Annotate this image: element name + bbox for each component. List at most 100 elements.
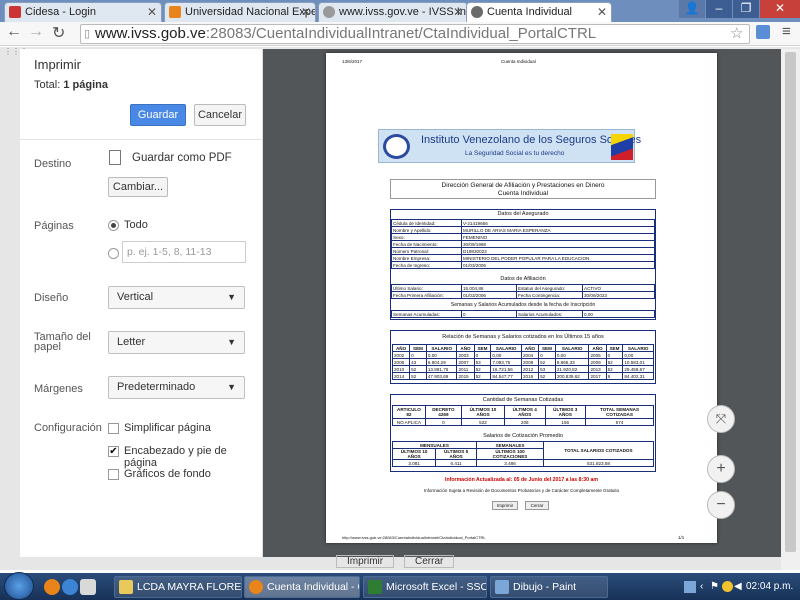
tab-cidesa[interactable]: Cidesa - Login ✕ [4,2,162,22]
tab-cuenta-individual[interactable]: Cuenta Individual ✕ [466,2,612,22]
col-weeks: SEM [409,344,427,352]
taskbar-item-chrome[interactable]: Cuenta Individual - Go... [244,576,360,598]
taskbar-item-excel[interactable]: Microsoft Excel - SSO [363,576,487,598]
paper-size-select[interactable]: Letter ▼ [108,331,245,354]
clock[interactable]: 02:04 p.m. [746,576,793,598]
col-last4: ÚLTIMOS 4 AÑOS [503,405,546,419]
quoted-value: 0 [424,418,463,426]
taskbar-item-label: Microsoft Excel - SSO [386,581,487,593]
relation-cell: 52 [605,365,624,373]
menu-icon[interactable]: ≡ [782,23,791,40]
pages-all-label: Todo [124,219,148,231]
chevron-down-icon: ▼ [227,382,236,392]
language-icon[interactable] [684,581,696,593]
underlying-print-button[interactable]: Imprimir [336,555,395,568]
close-window-icon[interactable]: ✕ [760,0,800,18]
pages-custom-radio[interactable] [108,248,119,259]
table-row: Número Patronal: D19830022 [391,247,655,255]
address-bar[interactable]: ▯ www.ivss.gob.ve:28083/CuentaIndividual… [80,24,750,44]
browser-toolbar: ← → ↻ ▯ www.ivss.gob.ve:28083/CuentaIndi… [0,22,800,46]
arrow-icon[interactable]: ‹ [700,576,703,598]
document-icon [109,150,121,165]
minimize-icon[interactable]: – [706,0,732,18]
relation-cell: 43 [409,358,427,366]
relation-cell: 2003 [456,351,475,359]
pages-all-radio[interactable] [108,220,119,231]
tab-close-icon[interactable]: ✕ [301,3,311,22]
restore-icon[interactable]: ❐ [733,0,759,18]
paper-size-label: Tamaño del papel [34,332,91,353]
insured-field: Nombre y Apellido: [391,226,462,234]
relation-cell: 13.881,76 [425,365,458,373]
zoom-out-icon[interactable]: − [707,491,735,519]
start-button[interactable] [4,572,34,600]
scrollbar-thumb[interactable] [785,52,796,552]
relation-cell: 53 [538,365,556,373]
notification-icon[interactable] [722,581,733,592]
cancel-button[interactable]: Cancelar [194,104,246,126]
insured-value: MINISTERIO DEL PODER POPULAR PARA LA EDU… [461,254,655,262]
extension-icon[interactable] [756,25,770,39]
relation-cell: 2005 [588,351,607,359]
background-graphics-checkbox[interactable] [108,469,119,480]
change-destination-button[interactable]: Cambiar... [108,177,168,197]
taskbar-item-label: Cuenta Individual - Go... [267,581,359,593]
weeks-field: Semanas Acumuladas: [391,310,462,318]
insured-value: D19830022 [461,247,655,255]
affil-value: 30/09/2023 [582,291,655,299]
col-last100: ÚLTIMOS 100 COTIZACIONES [476,448,544,460]
relation-cell: 2010 [391,365,411,373]
relation-cell: 2009 [588,358,607,366]
tab-universidad[interactable]: Universidad Nacional Experim ✕ [164,2,316,22]
fit-to-page-icon[interactable]: ⤧ [707,405,735,433]
insured-field: Fecha de Nacimiento: [391,240,462,248]
relation-cell: 47.903,69 [425,372,458,380]
zoom-in-icon[interactable]: + [707,455,735,483]
back-icon[interactable]: ← [6,23,22,41]
explorer-icon[interactable] [80,579,96,595]
ie-icon[interactable] [62,579,78,595]
affil-value: 15.004,86 [461,284,517,292]
taskbar-item-label: Dibujo - Paint [513,581,577,593]
taskbar-item-paint[interactable]: Dibujo - Paint [490,576,608,598]
simplify-checkbox[interactable] [108,423,119,434]
tab-close-icon[interactable]: ✕ [147,3,157,22]
table-row: 2010 52 13.881,76 2011 52 16.721,56 2012 53 21.9… [391,365,654,373]
insured-value: 30/09/1968 [461,240,655,248]
tab-close-icon[interactable]: ✕ [597,3,607,22]
page-scrollbar[interactable] [781,49,800,570]
ivss-banner: Instituto Venezolano de los Seguros Soci… [378,129,641,163]
reload-icon[interactable]: ↻ [52,23,65,43]
relation-cell: 52 [473,372,492,380]
save-button[interactable]: Guardar [130,104,186,126]
relation-cell: 52 [538,372,556,380]
bookmark-star-icon[interactable]: ☆ [730,24,743,42]
forward-icon[interactable]: → [28,23,44,41]
relation-cell: 2002 [391,351,411,359]
tab-ivss[interactable]: www.ivss.gov.ve - IVSS Inst ✕ [318,2,468,22]
chrome-icon[interactable] [44,579,60,595]
volume-icon[interactable]: ◀ [734,576,742,598]
flag-icon [611,134,633,160]
user-icon[interactable]: 👤 [679,0,705,18]
affiliation-header: Datos de Afiliación [500,276,546,282]
tab-close-icon[interactable]: ✕ [453,3,463,22]
window-controls: 👤 – ❐ ✕ [678,0,800,20]
network-icon[interactable]: ⚑ [710,576,719,598]
pages-range-input[interactable]: p. ej. 1-5, 8, 11-13 [122,241,246,263]
insured-value: V-21419656 [461,219,655,227]
headers-footers-checkbox[interactable]: ✔ [108,446,119,457]
underlying-close-button[interactable]: Cerrar [404,555,455,568]
avg-monthly-header: MENSUALES [392,441,477,449]
taskbar-item-label: LCDA MAYRA FLORES [137,581,242,593]
chrome-icon [249,580,263,594]
margins-select[interactable]: Predeterminado ▼ [108,376,245,399]
quoted-value: 574 [585,418,654,426]
layout-select[interactable]: Vertical ▼ [108,286,245,309]
weeks-field: Salarios Acumulados: [516,310,583,318]
relation-cell: 0,00 [622,351,654,359]
settings-label: Configuración [34,422,102,434]
taskbar-item-lcda[interactable]: LCDA MAYRA FLORES [114,576,242,598]
affil-field: Estatus del Asegurado: [516,284,583,292]
insured-data-box: Datos del Asegurado Cédula de Identidad:… [390,209,656,320]
